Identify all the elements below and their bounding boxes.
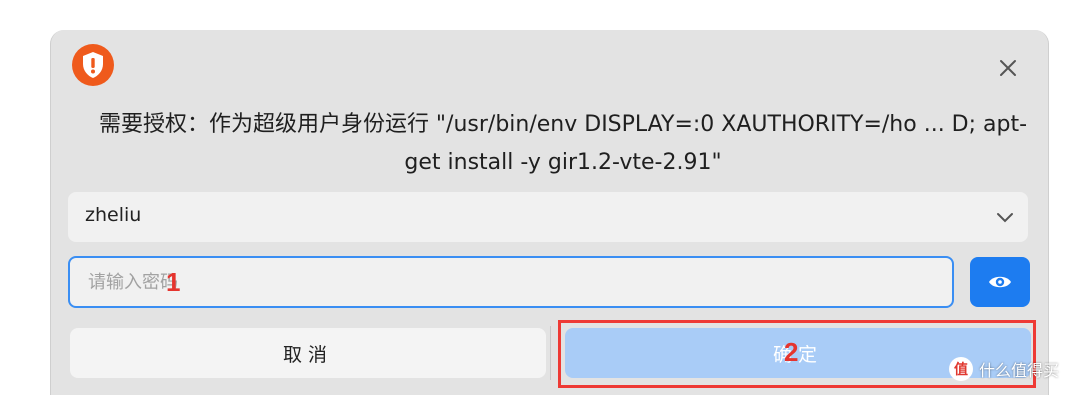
shield-alert-icon [72,44,114,86]
password-field[interactable] [68,256,954,308]
show-password-button[interactable] [970,257,1030,307]
watermark-text: 什么值得买 [979,361,1060,380]
watermark: 值 什么值得买 [949,357,1059,381]
password-input[interactable] [70,258,952,306]
cancel-button[interactable]: 取消 [70,328,546,378]
auth-prompt-text: 需要授权：作为超级用户身份运行 "/usr/bin/env DISPLAY=:0… [98,112,1028,175]
annotation-marker-2: 2 [784,337,799,367]
user-select[interactable]: zheliu [68,192,1028,242]
button-divider [550,326,551,380]
watermark-logo-icon: 值 [949,357,973,381]
eye-icon [989,276,1011,288]
annotation-marker-1: 1 [166,267,181,297]
user-select-value: zheliu [85,204,142,226]
close-icon[interactable] [994,54,1022,82]
background-left [0,30,50,395]
chevron-down-icon [996,209,1014,228]
